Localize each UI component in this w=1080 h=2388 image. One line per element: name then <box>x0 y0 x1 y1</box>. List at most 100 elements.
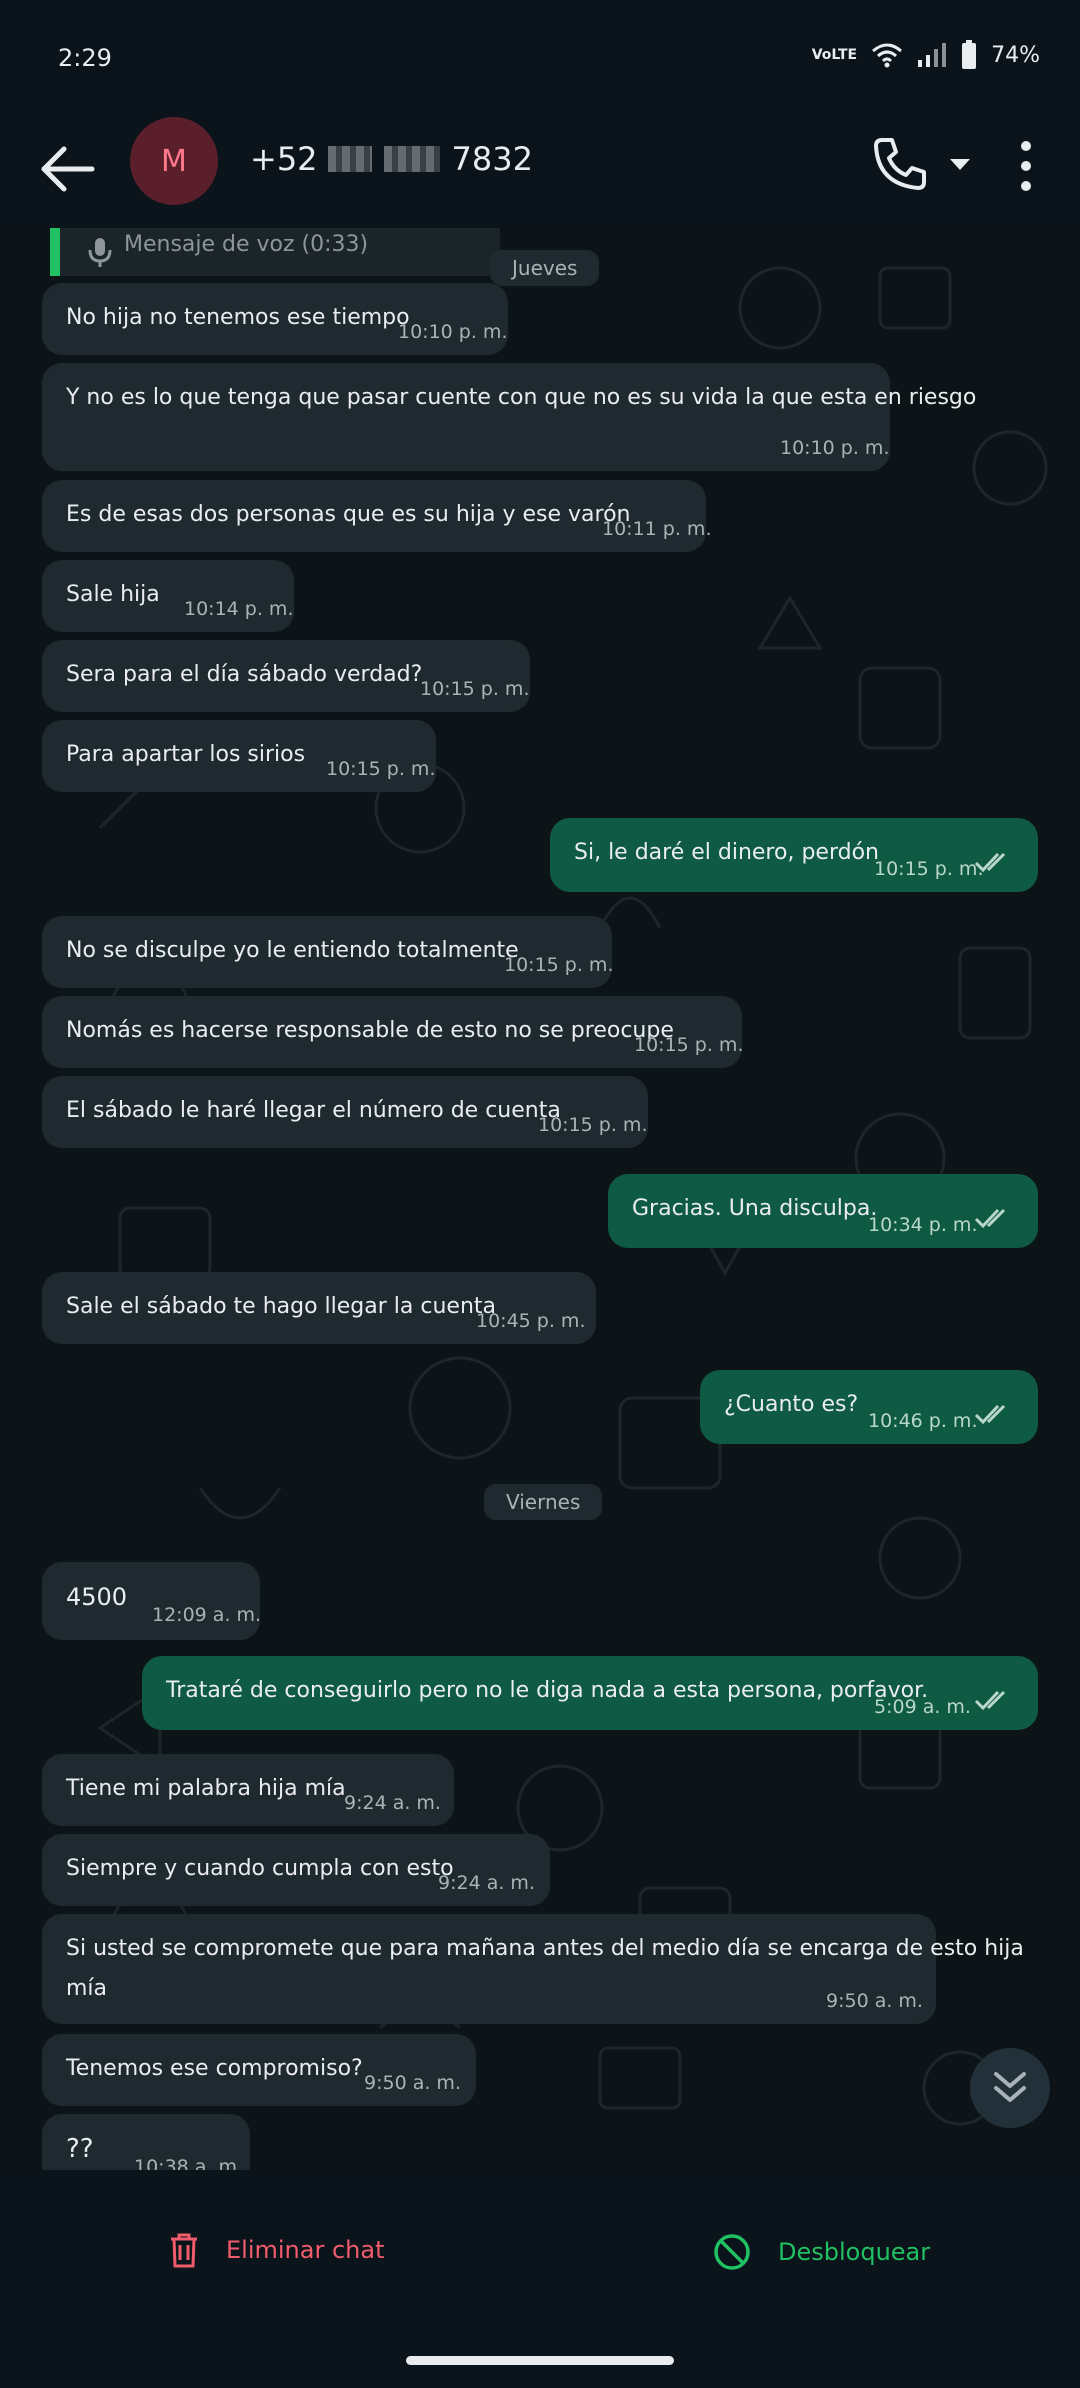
message-bubble-outgoing[interactable]: Trataré de conseguirlo pero no le diga n… <box>142 1656 1038 1730</box>
phone-suffix: 7832 <box>451 140 533 178</box>
message-list[interactable]: Mensaje de voz (0:33) Jueves No hija no … <box>0 228 1080 2170</box>
message-time: 9:50 a. m. <box>364 2072 461 2094</box>
message-text: El sábado le haré llegar el número de cu… <box>66 1098 561 1123</box>
date-chip-friday: Viernes <box>484 1484 603 1520</box>
back-arrow-icon[interactable] <box>34 134 104 204</box>
message-bubble-incoming[interactable]: Es de esas dos personas que es su hija y… <box>42 480 711 552</box>
message-bubble-incoming[interactable]: Sale el sábado te hago llegar la cuenta … <box>42 1272 596 1344</box>
scroll-down-icon <box>994 2072 1026 2102</box>
volte-indicator: VoLTE <box>811 47 858 63</box>
contact-avatar[interactable]: M <box>130 117 218 205</box>
message-time: 12:09 a. m. <box>152 1604 262 1626</box>
double-check-icon <box>974 1208 1006 1229</box>
date-chip-thursday: Jueves <box>490 250 600 286</box>
message-time: 10:15 p. m. <box>420 678 530 700</box>
message-time: 10:10 p. m. <box>398 321 508 343</box>
message-time: 9:24 a. m. <box>344 1792 441 1814</box>
message-text: Gracias. Una disculpa. <box>632 1196 878 1221</box>
mic-icon <box>88 238 112 267</box>
message-bubble-incoming[interactable]: Siempre y cuando cumpla con esto 9:24 a.… <box>42 1834 550 1906</box>
redacted-digits <box>327 146 372 172</box>
delete-chat-button[interactable]: Eliminar chat <box>168 2232 384 2268</box>
avatar-initial: M <box>161 143 187 179</box>
redacted-digits <box>383 146 440 172</box>
chat-header: M +52 7832 <box>0 110 1080 228</box>
message-bubble-outgoing[interactable]: ¿Cuanto es? 10:46 p. m. <box>700 1370 1038 1444</box>
unblock-icon <box>714 2234 750 2270</box>
message-bubble-incoming[interactable]: Para apartar los sirios 10:15 p. m. <box>42 720 436 792</box>
message-bubble-incoming[interactable]: 4500 12:09 a. m. <box>42 1562 262 1640</box>
scroll-down-button[interactable] <box>970 2048 1050 2128</box>
unblock-label: Desbloquear <box>778 2238 931 2266</box>
message-bubble-incoming[interactable]: Sera para el día sábado verdad? 10:15 p.… <box>42 640 530 712</box>
contact-name[interactable]: +52 7832 <box>250 140 533 178</box>
message-time: 10:14 p. m. <box>184 598 294 620</box>
message-bubble-incoming[interactable]: Tenemos ese compromiso? 9:50 a. m. <box>42 2034 476 2106</box>
message-bubble-incoming[interactable]: Si usted se compromete que para mañana a… <box>42 1914 1024 2024</box>
message-bubble-incoming[interactable]: Y no es lo que tenga que pasar cuente co… <box>42 363 976 471</box>
voice-message-preview[interactable]: Mensaje de voz (0:33) <box>50 228 500 276</box>
message-text: Tiene mi palabra hija mía <box>66 1776 346 1801</box>
status-icons: VoLTE 74% <box>812 40 1040 70</box>
status-bar: 2:29 VoLTE 74% <box>0 0 1080 110</box>
message-text: Sera para el día sábado verdad? <box>66 662 423 687</box>
phone-icon[interactable] <box>868 132 932 196</box>
battery-icon <box>962 40 977 69</box>
wifi-icon <box>872 43 903 68</box>
message-bubble-incoming[interactable]: El sábado le haré llegar el número de cu… <box>42 1076 648 1148</box>
message-time: 9:50 a. m. <box>826 1990 923 2012</box>
message-text: No se disculpe yo le entiendo totalmente <box>66 938 519 963</box>
message-bubble-outgoing[interactable]: Gracias. Una disculpa. 10:34 p. m. <box>608 1174 1038 1248</box>
battery-percent: 74% <box>991 42 1040 68</box>
message-time: 10:11 p. m. <box>602 518 712 540</box>
message-text: Es de esas dos personas que es su hija y… <box>66 502 631 527</box>
message-time: 5:09 a. m. <box>874 1696 971 1718</box>
double-check-icon <box>974 1690 1006 1711</box>
quote-bar <box>50 228 60 276</box>
message-text: Sale el sábado te hago llegar la cuenta <box>66 1294 496 1319</box>
double-check-icon <box>974 852 1006 873</box>
trash-icon <box>171 2233 197 2268</box>
blocked-contact-actions: Eliminar chat Desbloquear <box>0 2170 1080 2388</box>
chevron-down-icon[interactable] <box>946 150 974 178</box>
message-bubble-incoming[interactable]: Tiene mi palabra hija mía 9:24 a. m. <box>42 1754 454 1826</box>
message-time: 10:15 p. m. <box>504 954 614 976</box>
message-time: 9:24 a. m. <box>438 1872 535 1894</box>
message-text: Si, le daré el dinero, perdón <box>574 840 879 865</box>
home-indicator[interactable] <box>406 2356 674 2365</box>
message-time: 10:38 a. m. <box>134 2156 244 2170</box>
message-time: 10:10 p. m. <box>780 437 890 459</box>
voice-message-label: Mensaje de voz (0:33) <box>124 232 369 257</box>
message-time: 10:15 p. m. <box>874 858 984 880</box>
message-text: 4500 <box>66 1583 128 1611</box>
message-text: Nomás es hacerse responsable de esto no … <box>66 1018 674 1043</box>
message-text: Y no es lo que tenga que pasar cuente co… <box>66 385 977 410</box>
message-time: 10:15 p. m. <box>538 1114 648 1136</box>
message-bubble-incoming[interactable]: Nomás es hacerse responsable de esto no … <box>42 996 744 1068</box>
message-text: Para apartar los sirios <box>66 742 306 767</box>
message-text: Sale hija <box>66 582 160 607</box>
signal-icon <box>918 43 947 67</box>
message-text-line2: mía <box>66 1976 108 2001</box>
phone-prefix: +52 <box>250 140 318 178</box>
message-text: Tenemos ese compromiso? <box>66 2056 363 2081</box>
message-bubble-outgoing[interactable]: Si, le daré el dinero, perdón 10:15 p. m… <box>550 818 1038 892</box>
delete-chat-label: Eliminar chat <box>226 2236 385 2264</box>
message-time: 10:15 p. m. <box>326 758 436 780</box>
message-text: ¿Cuanto es? <box>724 1392 859 1417</box>
double-check-icon <box>974 1404 1006 1425</box>
message-text: Si usted se compromete que para mañana a… <box>66 1936 1024 1961</box>
message-text: No hija no tenemos ese tiempo <box>66 305 410 330</box>
status-time: 2:29 <box>58 44 112 72</box>
message-time: 10:46 p. m. <box>868 1410 978 1432</box>
unblock-button[interactable]: Desbloquear <box>712 2232 930 2272</box>
more-vert-icon[interactable] <box>1010 134 1042 198</box>
message-bubble-incoming[interactable]: No se disculpe yo le entiendo totalmente… <box>42 916 614 988</box>
message-time: 10:34 p. m. <box>868 1214 978 1236</box>
message-bubble-incoming[interactable]: Sale hija 10:14 p. m. <box>42 560 294 632</box>
message-time: 10:15 p. m. <box>634 1034 744 1056</box>
message-text: Siempre y cuando cumpla con esto <box>66 1856 454 1881</box>
message-text: ?? <box>66 2134 94 2164</box>
message-bubble-incoming[interactable]: No hija no tenemos ese tiempo 10:10 p. m… <box>42 283 508 355</box>
message-bubble-incoming[interactable]: ?? 10:38 a. m. <box>42 2114 250 2170</box>
